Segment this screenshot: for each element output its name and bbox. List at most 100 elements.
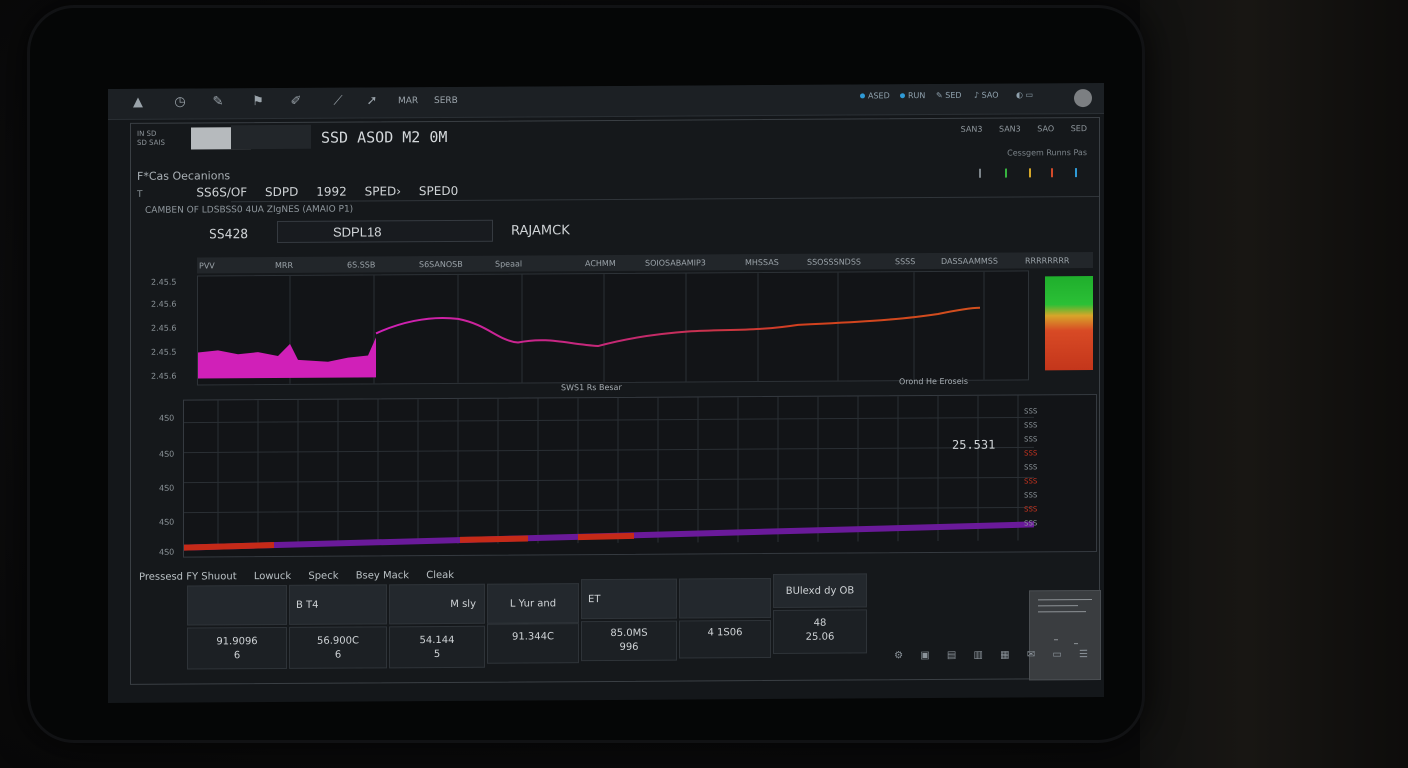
status-run-label: RUN [908, 91, 926, 101]
toolbar-text-2[interactable]: SERB [434, 96, 458, 106]
status-ased[interactable]: ASED [860, 91, 890, 100]
table-title-part[interactable]: Lowuck [254, 571, 291, 582]
toolbar-text-1[interactable]: MAR [398, 96, 418, 106]
flag-icon[interactable]: ⚑ [250, 94, 266, 110]
signal-indicators [979, 168, 1079, 179]
right-tick: SSS [1024, 463, 1038, 472]
app-icon-3[interactable]: ▥ [974, 650, 983, 661]
nav-item-4[interactable]: SPED› [365, 184, 401, 198]
mountain-icon[interactable]: ▲ [130, 95, 146, 111]
nav-item-1[interactable]: SS6S/OF [196, 185, 247, 199]
app-icon-1[interactable]: ▣ [920, 650, 929, 661]
app-icon-4[interactable]: ▦ [1000, 650, 1009, 661]
chart1-header-cell: S6SANOSB [419, 259, 463, 270]
chart1-plot [197, 270, 1029, 386]
small-label-1: IN SD [137, 129, 157, 138]
preview-line [1038, 599, 1092, 601]
indicator-bar [979, 168, 981, 178]
settings-icon[interactable]: ⚙ [894, 650, 903, 661]
table-header-cell: B T4 [289, 584, 387, 625]
table-title-part[interactable]: Cleak [426, 570, 454, 581]
right-tick: SSS [1024, 435, 1038, 444]
brush-icon[interactable]: ⟋ [330, 94, 346, 110]
table-header-cell [679, 577, 771, 619]
preview-dot [1074, 643, 1078, 645]
paint-icon[interactable]: ✐ [288, 94, 304, 110]
table-cell: 91.9096 6 [187, 626, 287, 670]
nav-item-3[interactable]: 1992 [316, 185, 347, 199]
magenta-area [198, 337, 376, 379]
right-tick: SSS [1024, 491, 1038, 500]
table-header-cell: ET [581, 578, 677, 620]
status-sao[interactable]: ♪ SAO [974, 91, 999, 100]
latency-value-readout: 25.531 [952, 437, 996, 452]
blue-dot-icon [900, 93, 905, 99]
chart2-y-label: 4S0 [159, 413, 175, 423]
table-header-cell [187, 584, 287, 626]
chart1-y-label: 2.45.6 [151, 299, 177, 309]
small-label-2: SD SAIS [137, 138, 165, 147]
top-right-labels: SAN3 SAN3 SAO SED [947, 124, 1087, 134]
monitor-bezel: ▲ ◷ ✎ ⚑ ✐ ⟋ ➚ MAR SERB ASED RUN ✎ SED ♪ … [30, 8, 1142, 740]
status-sed[interactable]: ✎ SED [936, 91, 962, 100]
right-tick: SSS [1024, 477, 1038, 486]
preview-line [1038, 611, 1086, 613]
taskbar: ⚙ ▣ ▤ ▥ ▦ ✉ ▭ ☰ [880, 649, 1088, 661]
chart2-y-label: 4S0 [159, 517, 175, 527]
status-sed-label: SED [945, 90, 962, 100]
field-right-label[interactable]: RAJAMCK [511, 223, 570, 238]
table-title-part[interactable]: Bsey Mack [356, 570, 409, 581]
chart1-footer: SWS1 Rs Besar [561, 382, 622, 393]
section-label: F*Cas Oecanions [137, 169, 231, 183]
sdpl-input[interactable]: SDPL18 [277, 219, 493, 244]
chart2-y-label: 4S0 [159, 449, 175, 459]
mail-icon[interactable]: ✉ [1027, 649, 1035, 660]
chart1-header-cell: MRR [275, 260, 294, 271]
nav-row: T SS6S/OF SDPD 1992 SPED› SPED0 [137, 184, 472, 200]
indicator-bar [1029, 168, 1031, 178]
wand-icon[interactable]: ➚ [364, 93, 380, 109]
table-cell: 54.144 5 [389, 625, 485, 669]
chart2-y-label: 4S0 [159, 483, 175, 493]
red-segment [460, 535, 528, 543]
top-toolbar: ▲ ◷ ✎ ⚑ ✐ ⟋ ➚ MAR SERB ASED RUN ✎ SED ♪ … [108, 82, 1104, 121]
table-cell: 91.344C [487, 623, 579, 664]
toggle-control[interactable]: ◐ ▭ [1016, 90, 1033, 99]
app-icon-2[interactable]: ▤ [947, 650, 956, 661]
status-run[interactable]: RUN [900, 91, 925, 100]
clock-icon[interactable]: ◷ [172, 95, 188, 111]
chart1-svg [198, 271, 985, 384]
tr-label-4[interactable]: SED [1071, 124, 1087, 133]
nav-prefix: T [137, 189, 143, 200]
chart1-header-cell: SSOSSSNDSS [807, 257, 861, 267]
preview-thumbnail[interactable] [1029, 589, 1101, 681]
menu-icon[interactable]: ☰ [1079, 649, 1088, 660]
preview-dot [1054, 639, 1058, 641]
chart1-header-cell: ACHMM [585, 258, 616, 269]
table-cell: 48 25.06 [773, 609, 867, 654]
chart1-header-cell: PVV [199, 261, 215, 271]
main-window: IN SD SD SAIS SSD ASOD M2 0M SAN3 SAN3 S… [130, 116, 1101, 685]
table-title: Pressesd FY Shuout Lowuck Speck Bsey Mac… [139, 570, 468, 583]
tr-label-3[interactable]: SAO [1037, 124, 1054, 133]
chart1-header-cell: DASSAAMMSS [941, 256, 998, 266]
nav-item-2[interactable]: SDPD [265, 185, 298, 199]
table-title-part[interactable]: Speck [308, 571, 338, 582]
table-cell: 85.0MS 996 [581, 620, 677, 662]
window-icon[interactable]: ▭ [1052, 649, 1061, 660]
chart1-header-cell: 6S.SSB [347, 260, 376, 270]
chart1-header-cell: Speaal [495, 259, 523, 269]
screen: ▲ ◷ ✎ ⚑ ✐ ⟋ ➚ MAR SERB ASED RUN ✎ SED ♪ … [108, 82, 1104, 704]
top-right-subtitle: Cessgem Runns Pas [1007, 148, 1087, 158]
indicator-bar [1005, 168, 1007, 178]
tr-label-1[interactable]: SAN3 [961, 125, 983, 134]
tr-label-2[interactable]: SAN3 [999, 124, 1021, 133]
latency-chart: 25.531 SSS SSS SSS SSS SSS SSS SSS SSS S… [183, 394, 1097, 558]
section-description: CAMBEN OF LDSBSS0 4UA ZIgNES (AMAIO P1) [145, 204, 354, 216]
nav-item-5[interactable]: SPED0 [419, 184, 458, 198]
indicator-bar [1075, 168, 1077, 178]
page-title: SSD ASOD M2 0M [321, 127, 448, 147]
pencil-icon[interactable]: ✎ [210, 94, 226, 110]
table-cell: 4 1S06 [679, 619, 771, 659]
avatar[interactable] [1074, 89, 1092, 108]
